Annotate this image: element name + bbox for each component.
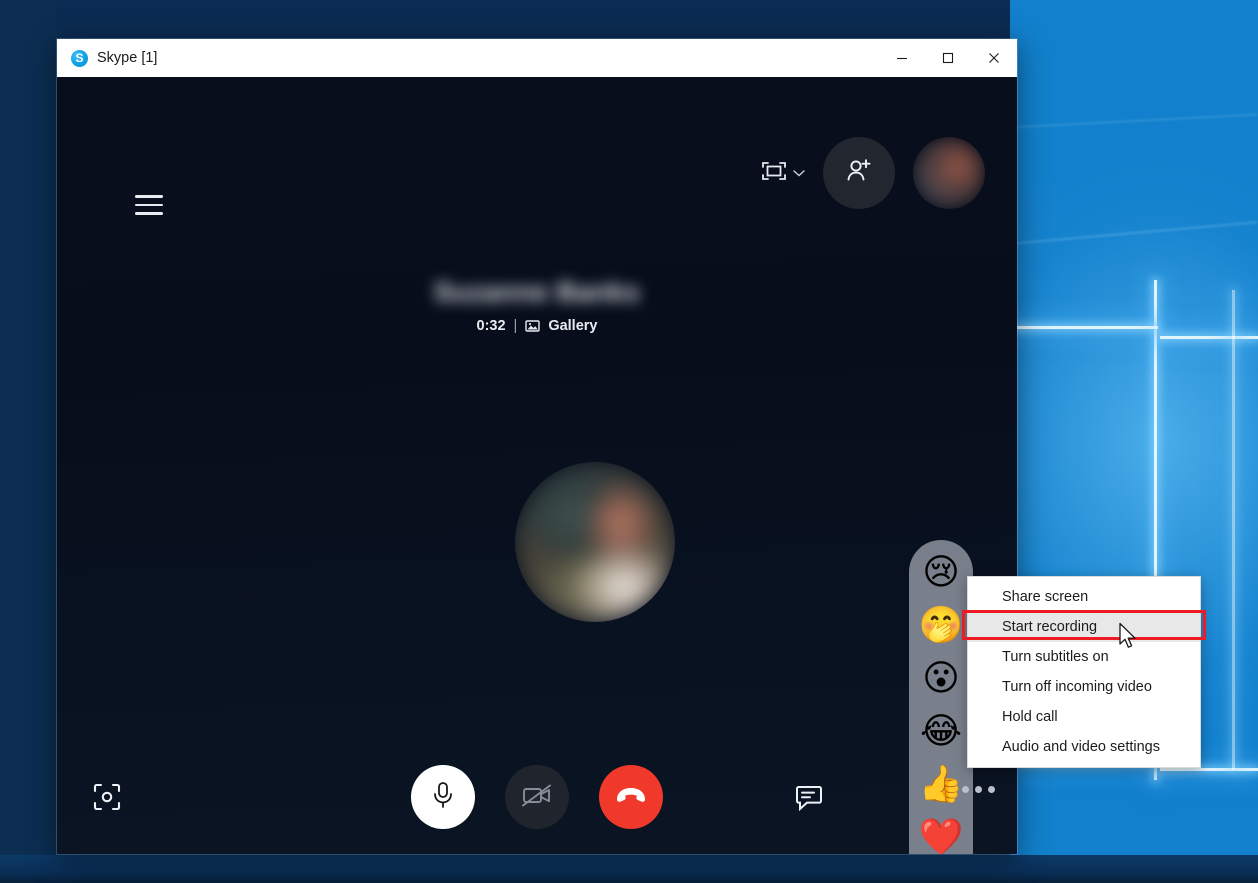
menu-item-audio-and-video-settings[interactable]: Audio and video settings — [968, 732, 1200, 762]
end-call-button[interactable] — [599, 765, 663, 829]
screen: Skype [1] — [0, 0, 1258, 883]
call-top-right-controls — [761, 137, 985, 209]
wallpaper-pane-line-upper-right — [1160, 336, 1258, 339]
participant-avatar — [515, 462, 675, 622]
skype-window: Skype [1] — [56, 38, 1018, 855]
call-duration: 0:32 — [476, 318, 506, 334]
title-bar: Skype [1] — [57, 39, 1017, 77]
wallpaper-bottom-band — [0, 855, 1258, 883]
picture-icon — [525, 319, 541, 333]
menu-item-turn-off-incoming-video[interactable]: Turn off incoming video — [968, 672, 1200, 702]
call-options-context-menu: Share screen Start recording Turn subtit… — [967, 576, 1201, 768]
call-status-line: 0:32 | Gallery — [477, 318, 598, 334]
gallery-layout-icon — [761, 160, 787, 187]
add-person-icon — [844, 156, 874, 191]
window-title: Skype [1] — [97, 50, 158, 66]
status-divider: | — [513, 318, 518, 334]
chevron-down-icon — [793, 164, 805, 182]
add-person-button[interactable] — [823, 137, 895, 209]
reaction-surprised-face[interactable]: 😮 — [920, 658, 962, 700]
call-area: Suzanne Banks 0:32 | Gallery 😢 🤭 😮 😂 👍 ❤… — [57, 77, 1017, 854]
maximize-button[interactable] — [925, 39, 971, 77]
minimize-button[interactable] — [879, 39, 925, 77]
call-controls-bar — [57, 760, 1017, 834]
close-button[interactable] — [971, 39, 1017, 77]
primary-call-buttons — [57, 760, 1017, 834]
user-avatar[interactable] — [913, 137, 985, 209]
hamburger-menu-icon[interactable] — [135, 195, 163, 215]
microphone-button[interactable] — [411, 765, 475, 829]
wallpaper-pane-divider-far-right — [1232, 290, 1235, 770]
menu-item-turn-subtitles-on[interactable]: Turn subtitles on — [968, 642, 1200, 672]
microphone-icon — [429, 780, 457, 815]
menu-item-share-screen[interactable]: Share screen — [968, 582, 1200, 612]
contact-name: Suzanne Banks — [433, 277, 641, 307]
wallpaper-left-shade — [0, 0, 56, 883]
camera-off-icon — [521, 781, 553, 814]
more-options-icon[interactable] — [962, 786, 995, 793]
end-call-icon — [614, 784, 648, 811]
call-header: Suzanne Banks 0:32 | Gallery — [57, 277, 1017, 334]
title-bar-left: Skype [1] — [57, 49, 879, 67]
skype-logo-icon — [71, 49, 88, 67]
view-mode-label: Gallery — [548, 318, 598, 334]
reaction-sad-face[interactable]: 😢 — [920, 552, 962, 594]
gallery-layout-button[interactable] — [761, 160, 805, 187]
reaction-tears-of-joy-face[interactable]: 😂 — [920, 711, 962, 753]
chat-bubble-icon[interactable] — [789, 778, 829, 818]
wallpaper-pane-line-upper-left — [1010, 326, 1158, 329]
menu-item-hold-call[interactable]: Hold call — [968, 702, 1200, 732]
window-controls — [879, 39, 1017, 77]
camera-button[interactable] — [505, 765, 569, 829]
reaction-laughing-hand-face[interactable]: 🤭 — [919, 605, 964, 647]
wallpaper-pane-line-lower-right — [1160, 768, 1258, 771]
menu-item-start-recording[interactable]: Start recording — [968, 612, 1200, 642]
